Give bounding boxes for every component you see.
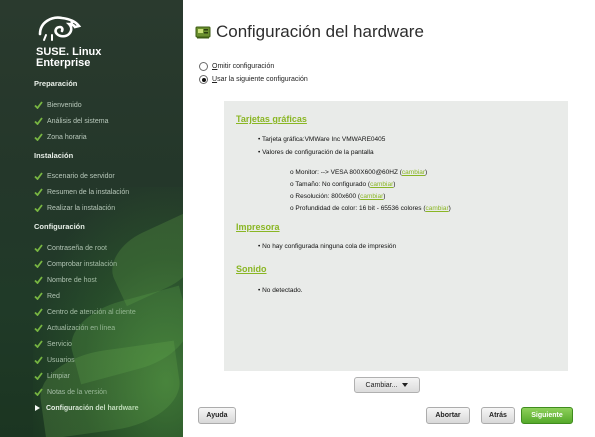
sidebar-item-resumen: Resumen de la instalación [33, 186, 129, 198]
change-depth-link[interactable]: cambiar [426, 205, 449, 212]
check-icon [33, 387, 43, 397]
color-depth-line: o Profundidad de color: 16 bit - 65536 c… [290, 205, 451, 212]
sidebar-item-zona-horaria: Zona horaria [33, 131, 87, 143]
printer-heading[interactable]: Impresora [236, 222, 280, 232]
sidebar-item-configuracion-hardware: Configuración del hardware [33, 402, 139, 414]
back-button[interactable]: Atrás [481, 407, 515, 424]
brand-name: SUSE. Linux Enterprise [36, 46, 102, 69]
check-icon [33, 243, 43, 253]
use-config-radio[interactable]: Usar la siguiente configuración [199, 75, 308, 84]
sidebar-item-realizar: Realizar la instalación [33, 202, 115, 214]
check-icon [33, 291, 43, 301]
change-button[interactable]: Cambiar... [354, 377, 420, 393]
change-resolution-link[interactable]: cambiar [360, 193, 383, 200]
display-values-text: • Valores de configuración de la pantall… [258, 149, 374, 156]
sidebar-item-bienvenido: Bienvenido [33, 99, 82, 111]
radio-button[interactable] [199, 62, 208, 71]
check-icon [33, 371, 43, 381]
sidebar-item-servicio: Servicio [33, 338, 72, 350]
sidebar-item-actualizacion: Actualización en línea [33, 322, 115, 334]
check-icon [33, 339, 43, 349]
change-monitor-link[interactable]: cambiar [402, 169, 425, 176]
sidebar-item-limpiar: Limpiar [33, 370, 70, 382]
check-icon [33, 187, 43, 197]
graphics-card-text: • Tarjeta gráfica:VMWare Inc VMWARE0405 [258, 136, 386, 143]
sidebar: SUSE. Linux Enterprise Preparación Bienv… [0, 0, 183, 437]
check-icon [33, 275, 43, 285]
sidebar-item-notas-version: Notas de la versión [33, 386, 107, 398]
size-line: o Tamaño: No configurado (cambiar) [290, 181, 396, 188]
section-preparacion: Preparación [34, 79, 78, 88]
page-header: Configuración del hardware [195, 22, 424, 42]
section-configuracion: Configuración [34, 222, 85, 231]
skip-config-label: Omitir configuración [212, 63, 275, 70]
check-icon [33, 100, 43, 110]
change-size-link[interactable]: cambiar [370, 181, 393, 188]
graphics-heading[interactable]: Tarjetas gráficas [236, 114, 307, 124]
sound-status-text: • No detectado. [258, 287, 303, 294]
section-instalacion: Instalación [34, 151, 74, 160]
abort-button[interactable]: Abortar [426, 407, 470, 424]
hardware-card-icon [195, 26, 211, 39]
printer-status-text: • No hay configurada ninguna cola de imp… [258, 243, 397, 250]
dropdown-arrow-icon [402, 383, 409, 387]
sound-heading[interactable]: Sonido [236, 264, 267, 274]
page-title: Configuración del hardware [216, 22, 424, 41]
hardware-summary-panel: Tarjetas gráficas • Tarjeta gráfica:VMWa… [224, 101, 568, 371]
sidebar-item-nombre-host: Nombre de host [33, 274, 97, 286]
sidebar-item-comprobar: Comprobar instalación [33, 258, 117, 270]
sidebar-item-usuarios: Usuarios [33, 354, 75, 366]
resolution-line: o Resolución: 800x600 (cambiar) [290, 193, 386, 200]
check-icon [33, 259, 43, 269]
check-icon [33, 323, 43, 333]
skip-config-radio[interactable]: Omitir configuración [199, 62, 274, 71]
help-button[interactable]: Ayuda [198, 407, 236, 424]
check-icon [33, 307, 43, 317]
check-icon [33, 116, 43, 126]
sidebar-item-escenario: Escenario de servidor [33, 170, 115, 182]
sidebar-item-red: Red [33, 290, 60, 302]
check-icon [33, 132, 43, 142]
sidebar-item-centro-atencion: Centro de atención al cliente [33, 306, 136, 318]
sidebar-item-analisis: Análisis del sistema [33, 115, 108, 127]
check-icon [33, 355, 43, 365]
check-icon [33, 171, 43, 181]
suse-gecko-logo-icon [38, 16, 82, 41]
sidebar-item-contrasena-root: Contraseña de root [33, 242, 107, 254]
use-config-label: Usar la siguiente configuración [212, 76, 308, 83]
radio-button-selected[interactable] [199, 75, 208, 84]
current-step-arrow-icon [35, 405, 40, 411]
next-button[interactable]: Siguiente [521, 407, 573, 424]
check-icon [33, 203, 43, 213]
monitor-line: o Monitor: --> VESA 800X600@60HZ (cambia… [290, 169, 428, 176]
